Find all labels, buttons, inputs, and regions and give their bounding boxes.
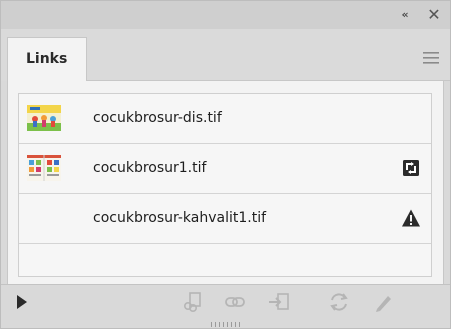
panel-titlebar: « ✕ xyxy=(1,1,450,30)
resize-grip-icon[interactable] xyxy=(210,321,242,328)
links-list: cocukbrosur-dis.tif cocukbrosur1.tif coc… xyxy=(18,93,432,277)
cover-thumb xyxy=(27,105,61,131)
modified-icon xyxy=(403,160,419,176)
link-name: cocukbrosur1.tif xyxy=(93,160,207,176)
show-link-info-triangle-icon[interactable] xyxy=(15,294,29,310)
relink-icon[interactable] xyxy=(223,291,247,313)
spread-thumb xyxy=(27,155,61,181)
collapse-panel-button[interactable]: « xyxy=(397,7,413,23)
go-to-link-icon[interactable] xyxy=(267,291,291,313)
tab-row: Links xyxy=(1,29,450,81)
link-row[interactable]: cocukbrosur-kahvalit1.tif xyxy=(19,194,431,244)
close-panel-button[interactable]: ✕ xyxy=(425,6,443,24)
missing-warning-icon xyxy=(402,209,420,227)
relink-from-folder-icon[interactable] xyxy=(181,291,205,313)
panel-content: cocukbrosur-dis.tif cocukbrosur1.tif coc… xyxy=(7,81,444,284)
update-link-icon[interactable] xyxy=(327,291,351,313)
links-panel: « ✕ Links cocukbrosur-dis.tif cocukbrosu… xyxy=(0,0,451,329)
link-name: cocukbrosur-kahvalit1.tif xyxy=(93,210,267,226)
tab-links-label: Links xyxy=(26,51,68,67)
edit-original-icon[interactable] xyxy=(371,291,395,313)
panel-toolbar xyxy=(1,284,450,319)
link-name: cocukbrosur-dis.tif xyxy=(93,110,222,126)
tab-links[interactable]: Links xyxy=(7,37,87,81)
panel-menu-icon[interactable] xyxy=(422,51,440,65)
link-row[interactable]: cocukbrosur-dis.tif xyxy=(19,94,431,144)
link-row[interactable]: cocukbrosur1.tif xyxy=(19,144,431,194)
